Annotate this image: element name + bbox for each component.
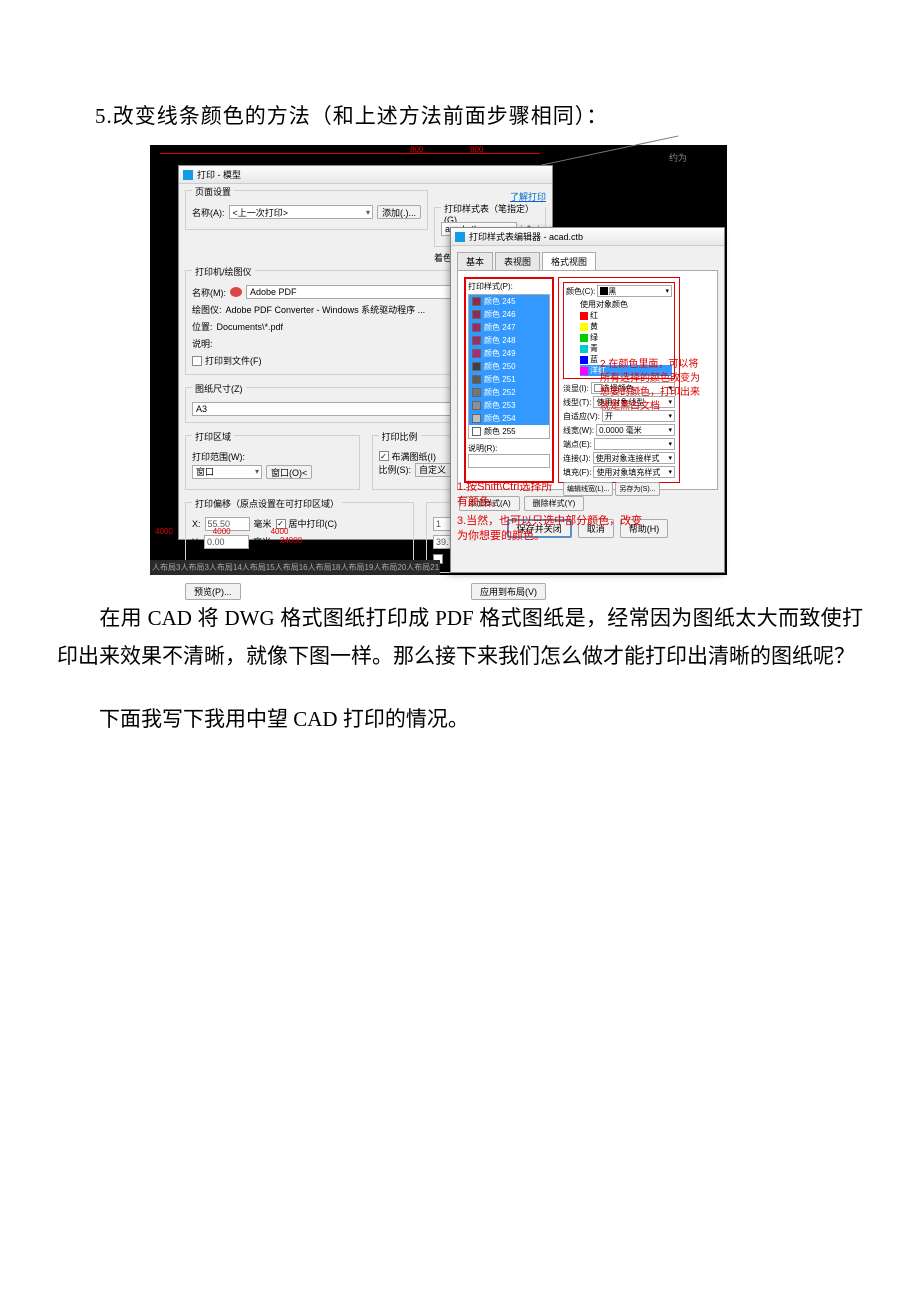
- cad-dim: 24000: [155, 536, 427, 545]
- range-label: 打印范围(W):: [192, 450, 353, 463]
- prop-label: 线宽(W):: [563, 425, 594, 436]
- field-label: 名称(A):: [192, 206, 225, 219]
- annotation-1: 1.按Shift\Ctrl选择所有颜色。: [457, 480, 587, 511]
- dialog-titlebar: 打印 - 模型: [179, 166, 552, 184]
- prop-label: 淡显(I):: [563, 383, 589, 394]
- color-item[interactable]: 颜色 253: [469, 399, 549, 412]
- fit-paper-checkbox[interactable]: ✓布满图纸(I): [379, 450, 437, 463]
- prop-label: 连接(J):: [563, 453, 591, 464]
- section-heading: 5.改变线条颜色的方法（和上述方法前面步骤相同）：: [95, 100, 890, 130]
- color-item[interactable]: 颜色 255: [469, 425, 549, 438]
- color-list[interactable]: 颜色 245颜色 246颜色 247颜色 248颜色 249颜色 250颜色 2…: [468, 294, 550, 439]
- group-legend: 打印比例: [379, 430, 421, 443]
- group-legend: 打印偏移（原点设置在可打印区域）: [192, 497, 342, 510]
- tab-format[interactable]: 格式视图: [542, 252, 596, 270]
- desc-label: 说明(R):: [468, 443, 550, 454]
- group-legend: 打印机/绘图仪: [192, 265, 255, 278]
- prop-label: 线型(T):: [563, 397, 591, 408]
- editor-titlebar: 打印样式表编辑器 - acad.ctb: [451, 228, 724, 246]
- window-button[interactable]: 窗口(O)<: [266, 465, 312, 479]
- location-value: Documents\*.pdf: [217, 322, 284, 332]
- join-select[interactable]: 使用对象连接样式: [593, 452, 675, 464]
- fill-select[interactable]: 使用对象填充样式: [593, 466, 675, 478]
- color-item[interactable]: 颜色 246: [469, 308, 549, 321]
- annotation-3: 3.当然，也可以只选中部分颜色，改变为你想要的颜色。: [457, 514, 707, 545]
- preview-button[interactable]: 预览(P)...: [185, 583, 241, 600]
- app-icon: [455, 232, 465, 242]
- desc-input[interactable]: [468, 454, 550, 468]
- field-label: 位置:: [192, 320, 213, 333]
- color-item[interactable]: 颜色 247: [469, 321, 549, 334]
- prop-label: 颜色(C):: [566, 286, 595, 297]
- color-item[interactable]: 颜色 248: [469, 334, 549, 347]
- color-item[interactable]: 颜色 252: [469, 386, 549, 399]
- paper-size-select[interactable]: A3: [192, 402, 467, 416]
- apply-button[interactable]: 应用到布局(V): [471, 583, 546, 600]
- cad-dim: 4000: [271, 527, 289, 536]
- color-item[interactable]: 颜色 254: [469, 412, 549, 425]
- paragraph-1: 在用 CAD 将 DWG 格式图纸打印成 PDF 格式图纸是，经常因为图纸太大而…: [30, 600, 890, 676]
- print-to-file-checkbox[interactable]: 打印到文件(F): [192, 354, 262, 367]
- color-select[interactable]: 黑: [597, 285, 672, 297]
- endcap-select[interactable]: [594, 438, 675, 450]
- color-item[interactable]: 颜色 245: [469, 295, 549, 308]
- field-label: 说明:: [192, 337, 213, 350]
- cad-dim: 800: [470, 145, 483, 154]
- color-item[interactable]: 颜色 250: [469, 360, 549, 373]
- cad-dim: 4000: [155, 527, 173, 536]
- field-label: 绘图仪:: [192, 303, 222, 316]
- editor-title: 打印样式表编辑器 - acad.ctb: [469, 230, 583, 243]
- prop-label: 端点(E):: [563, 439, 592, 450]
- page-setup-group: 页面设置 名称(A): <上一次打印> 添加(.)...: [185, 190, 428, 230]
- cad-tabs: 人布局3人布局3人布局14人布局15人布局16人布局18人布局19人布局20人布…: [150, 560, 440, 575]
- saveas-button[interactable]: 另存为(S)...: [615, 482, 659, 496]
- plotter-value: Adobe PDF Converter - Windows 系统驱动程序 ...: [226, 303, 426, 316]
- tab-table[interactable]: 表视图: [495, 252, 540, 270]
- add-button[interactable]: 添加(.)...: [377, 205, 421, 219]
- field-label: 名称(M):: [192, 286, 226, 299]
- lineweight-select[interactable]: 0.0000 毫米: [596, 424, 675, 436]
- range-select[interactable]: 窗口: [192, 465, 262, 479]
- paper-size-group: 图纸尺寸(Z) A3: [185, 387, 474, 423]
- page-name-select[interactable]: <上一次打印>: [229, 205, 374, 219]
- color-item[interactable]: 颜色 251: [469, 373, 549, 386]
- dialog-title: 打印 - 模型: [197, 168, 241, 181]
- style-editor-dialog: 打印样式表编辑器 - acad.ctb 基本 表视图 格式视图 打印样式(P):…: [450, 227, 725, 573]
- group-legend: 打印区域: [192, 430, 234, 443]
- paragraph-2: 下面我写下我用中望 CAD 打印的情况。: [30, 701, 890, 739]
- group-legend: 页面设置: [192, 185, 234, 198]
- field-label: 比例(S):: [379, 463, 412, 476]
- embedded-screenshot: 800 800 约为 打印 - 模型 页面设置 名称(A): <上一次打印> 添…: [150, 145, 727, 575]
- learn-print-link[interactable]: 了解打印: [510, 192, 546, 202]
- prop-label: 填充(F):: [563, 467, 591, 478]
- cad-dim: 4000: [213, 527, 231, 536]
- annotation-2: 2.在颜色里面，可以将所有选择的颜色改变为想要的颜色，打印出来就是黑白文档: [600, 358, 720, 414]
- cad-dim: 800: [410, 145, 423, 154]
- print-area-group: 打印区域 打印范围(W): 窗口 窗口(O)<: [185, 435, 360, 490]
- tab-basic[interactable]: 基本: [457, 252, 493, 270]
- group-legend: 图纸尺寸(Z): [192, 382, 246, 395]
- styles-label: 打印样式(P):: [468, 281, 550, 292]
- app-icon: [183, 170, 193, 180]
- color-item[interactable]: 颜色 249: [469, 347, 549, 360]
